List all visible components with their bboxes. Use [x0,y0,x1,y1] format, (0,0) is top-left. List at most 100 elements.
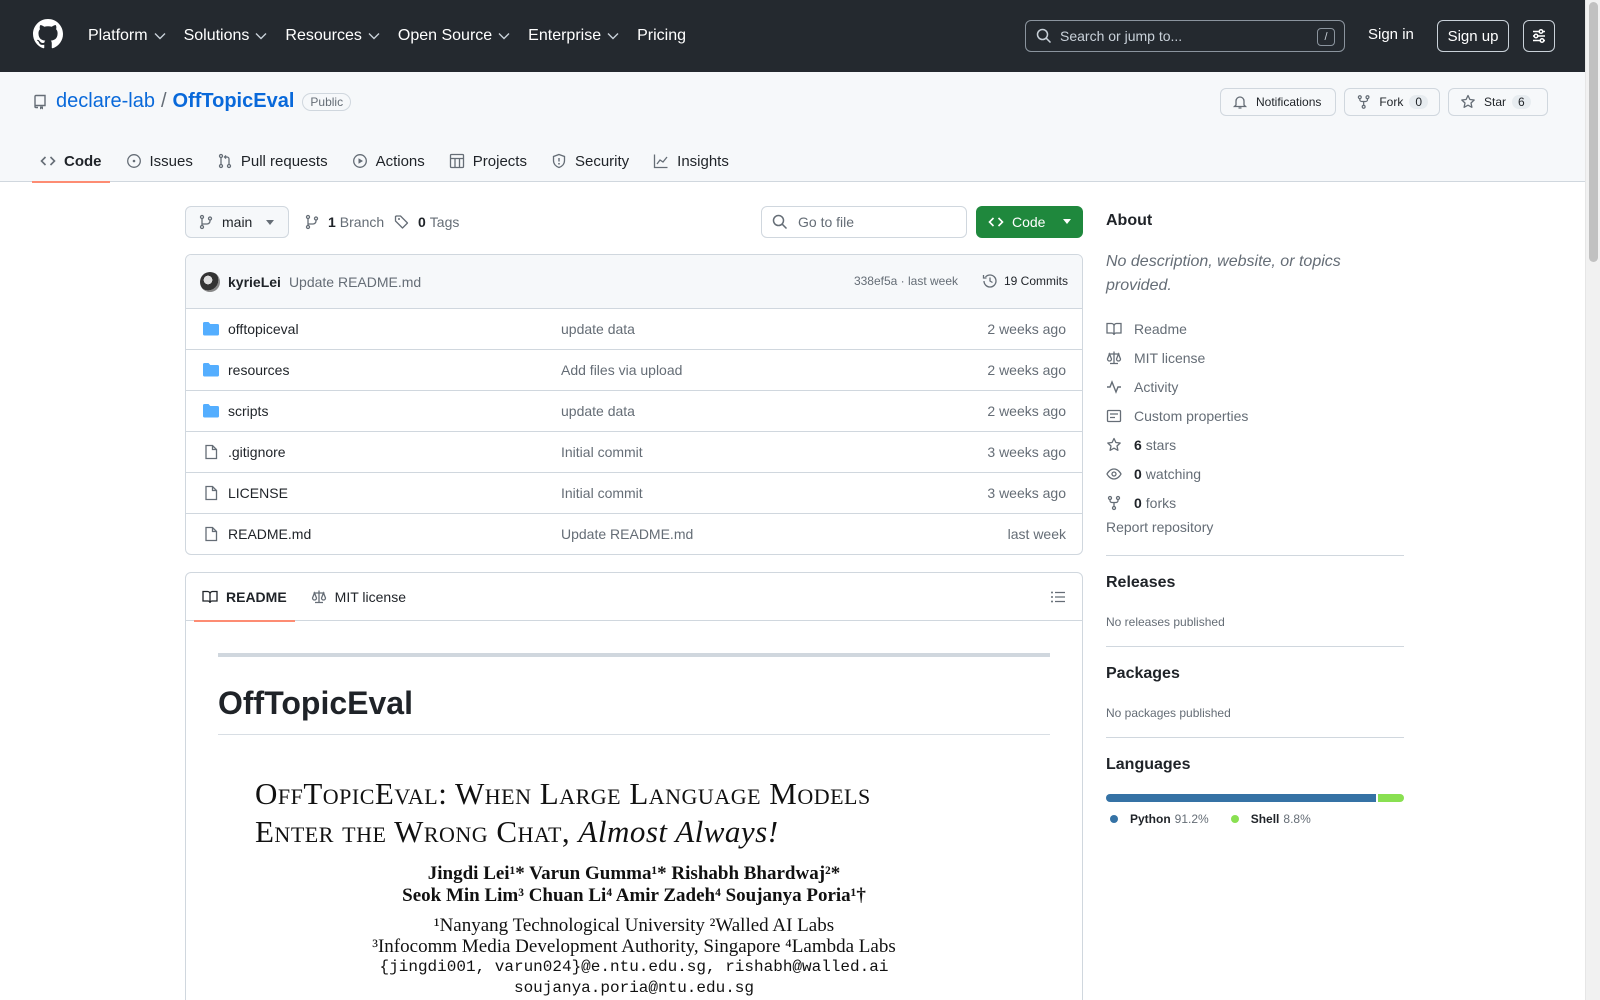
nav-item-pricing[interactable]: Pricing [637,27,686,45]
file-row[interactable]: .gitignore Initial commit 3 weeks ago [186,432,1082,473]
scrollbar-thumb[interactable] [1589,2,1598,262]
language-shell[interactable]: Shell 8.8% [1230,812,1311,826]
file-commit-message[interactable]: Add files via upload [561,362,682,378]
file-row[interactable]: offtopiceval update data 2 weeks ago [186,309,1082,350]
notifications-button[interactable]: Notifications [1220,88,1336,116]
paper-email-line2: soujanya.poria@ntu.edu.sg [513,979,755,997]
paper-title-line2: Enter the Wrong Chat, Almost Always! [255,813,1050,851]
global-search-input[interactable]: Search or jump to... / [1025,20,1345,52]
sign-up-button[interactable]: Sign up [1437,20,1509,52]
file-commit-message[interactable]: update data [561,403,635,419]
tab-code[interactable]: Code [32,140,110,183]
language-percent: 8.8% [1283,812,1311,826]
file-name-link[interactable]: README.md [228,526,311,542]
file-name-link[interactable]: .gitignore [228,444,286,460]
file-commit-message[interactable]: Initial commit [561,485,643,501]
tab-insights[interactable]: Insights [645,140,737,182]
report-repository-link[interactable]: Report repository [1106,519,1213,535]
about-item-mit-license[interactable]: MIT license [1106,343,1248,372]
nav-item-resources[interactable]: Resources [285,27,380,45]
git-branch-icon [199,214,213,230]
search-shortcut-key: / [1317,28,1335,46]
releases-empty: No releases published [1106,615,1225,629]
about-item-watching[interactable]: 0 watching [1106,459,1248,488]
about-item-readme[interactable]: Readme [1106,314,1248,343]
book-icon [202,590,218,603]
about-item-stars[interactable]: 6 stars [1106,430,1248,459]
about-item-label: watching [1145,465,1202,482]
fork-button[interactable]: Fork 0 [1344,88,1440,116]
latest-commit-bar: kyrieLei Update README.md 338ef5a · last… [186,255,1082,309]
packages-title[interactable]: Packages [1106,665,1180,683]
file-commit-message[interactable]: Initial commit [561,444,643,460]
about-item-forks[interactable]: 0 forks [1106,488,1248,517]
about-title: About [1106,212,1153,229]
nav-item-platform[interactable]: Platform [88,27,166,45]
file-row[interactable]: README.md Update README.md last week [186,514,1082,554]
commit-message[interactable]: Update README.md [289,274,421,290]
graph-icon [654,154,668,169]
tab-issues[interactable]: Issues [118,140,201,182]
nav-item-open-source[interactable]: Open Source [398,27,510,45]
paper-authors: Jingdi Lei¹* Varun Gumma¹* Rishabh Bhard… [218,863,1050,907]
menu-button[interactable] [1523,20,1555,52]
about-item-label: Custom properties [1134,407,1249,424]
tab-readme[interactable]: README [194,573,295,622]
star-icon [1461,94,1475,108]
commits-link[interactable]: 19 Commits [982,273,1068,289]
chevron-down-icon [368,33,380,40]
paper-title-line2-b: Almost Always! [578,814,779,849]
github-logo-icon[interactable] [33,19,63,49]
tab-pull-requests[interactable]: Pull requests [209,140,336,182]
about-item-label: Readme [1134,320,1187,337]
file-name-link[interactable]: scripts [228,403,268,419]
nav-item-solutions[interactable]: Solutions [184,27,268,45]
language-python[interactable]: Python 91.2% [1110,812,1209,826]
paper-authors-line2: Seok Min Lim³ Chuan Li⁴ Amir Zadeh⁴ Souj… [402,885,866,906]
about-item-label: Activity [1134,378,1179,395]
table-icon [449,153,464,169]
list-unordered-icon[interactable] [1050,589,1066,605]
tab-label: Security [574,152,630,170]
file-row[interactable]: scripts update data 2 weeks ago [186,391,1082,432]
language-color-dot [1110,815,1118,823]
nav-item-enterprise[interactable]: Enterprise [528,27,619,45]
book-icon [1106,322,1122,335]
commit-author[interactable]: kyrieLei [228,274,281,290]
note-icon [1106,409,1122,422]
tags-link[interactable]: 0 Tags [394,214,459,230]
file-name-link[interactable]: LICENSE [228,485,288,501]
releases-title[interactable]: Releases [1106,574,1175,592]
page-scrollbar[interactable] [1585,0,1600,1000]
branch-selector[interactable]: main [185,206,289,238]
code-button[interactable]: Code [976,206,1083,238]
file-row[interactable]: resources Add files via upload 2 weeks ago [186,350,1082,391]
code-icon [40,156,56,166]
about-item-activity[interactable]: Activity [1106,372,1248,401]
readme-panel: README MIT license OffTopicEval OffTopic… [185,572,1083,1000]
about-item-label: forks [1145,494,1177,511]
repo-owner-link[interactable]: declare-lab [56,90,155,113]
commit-hash-time[interactable]: 338ef5a · last week [854,274,958,288]
paper-title: OffTopicEval: When Large Language Models… [218,775,1050,851]
repo-name-link[interactable]: OffTopicEval [173,90,295,113]
file-commit-message[interactable]: Update README.md [561,526,693,542]
file-name-link[interactable]: offtopiceval [228,321,299,337]
go-to-file-input[interactable]: Go to file [761,206,967,238]
file-name-link[interactable]: resources [228,362,289,378]
tab-security[interactable]: Security [543,140,637,182]
tag-icon [394,215,409,229]
star-button[interactable]: Star 6 [1448,88,1548,116]
file-icon [205,485,218,501]
about-item-custom-properties[interactable]: Custom properties [1106,401,1248,430]
tab-license[interactable]: MIT license [303,573,414,621]
file-row[interactable]: LICENSE Initial commit 3 weeks ago [186,473,1082,514]
avatar[interactable] [200,271,220,292]
sign-in-link[interactable]: Sign in [1368,26,1414,43]
tab-label: Insights [677,152,729,170]
branches-link[interactable]: 1 Branch [304,214,384,230]
readme-heading: OffTopicEval [218,685,1050,735]
tab-projects[interactable]: Projects [441,140,535,182]
file-commit-message[interactable]: update data [561,321,635,337]
tab-actions[interactable]: Actions [344,140,433,182]
